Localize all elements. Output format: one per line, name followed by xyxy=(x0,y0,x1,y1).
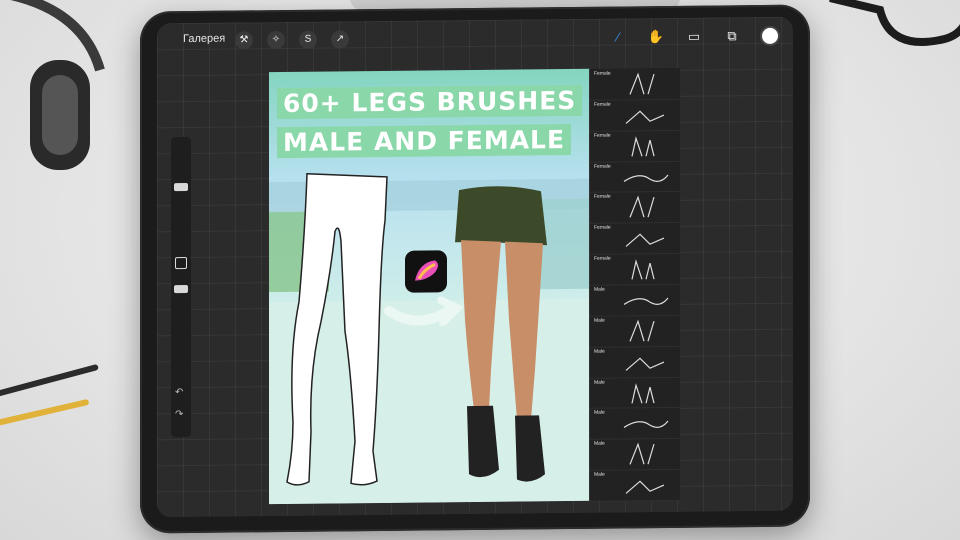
brush-stroke-preview xyxy=(631,259,655,280)
brush-stroke-preview xyxy=(625,233,665,248)
brush-item-label: Female xyxy=(594,163,611,170)
canvas-artwork[interactable]: 60+ LEGS BRUSHES MALE AND FEMALE xyxy=(269,68,591,505)
arrow-cursor-icon[interactable]: ↗ xyxy=(331,30,349,49)
pencil-dark xyxy=(0,363,99,399)
procreate-screen: Галерея ⚒ ✧ S ↗ ∕ ✋ ▭ ⧉ ↶ ↷ 60+ LEGS BRU… xyxy=(157,16,793,518)
color-picker-button[interactable] xyxy=(760,25,780,47)
wrench-icon[interactable]: ⚒ xyxy=(235,31,253,50)
brush-item[interactable]: Female xyxy=(590,129,680,163)
brush-item[interactable]: Male xyxy=(590,314,680,348)
brush-item[interactable]: Female xyxy=(590,252,680,286)
brush-stroke-preview xyxy=(625,357,665,371)
brush-item[interactable]: Male xyxy=(590,438,680,471)
brush-item[interactable]: Male xyxy=(590,407,680,441)
smudge-icon[interactable]: ✋ xyxy=(647,28,665,46)
skirt-shape xyxy=(455,186,547,246)
brush-item[interactable]: Male xyxy=(590,376,680,410)
headphones-image xyxy=(10,0,105,170)
brush-stroke-preview xyxy=(631,382,655,404)
brush-item[interactable]: Female xyxy=(590,191,680,225)
brush-item-label: Female xyxy=(594,132,611,139)
brush-icon[interactable]: ∕ xyxy=(609,28,627,46)
brush-item-label: Female xyxy=(594,194,611,201)
brush-stroke-preview xyxy=(629,442,655,465)
procreate-logo-icon xyxy=(405,250,447,293)
brush-item[interactable]: Male xyxy=(590,345,680,379)
ipad-tablet: Галерея ⚒ ✧ S ↗ ∕ ✋ ▭ ⧉ ↶ ↷ 60+ LEGS BRU… xyxy=(140,4,810,534)
brush-stroke-preview xyxy=(629,72,655,95)
brush-item-label: Female xyxy=(594,70,611,77)
undo-icon[interactable]: ↶ xyxy=(175,387,183,398)
opacity-slider[interactable] xyxy=(174,285,188,294)
brush-item-label: Male xyxy=(594,348,605,355)
brush-stroke-preview xyxy=(629,195,655,219)
brush-item-label: Male xyxy=(594,471,605,478)
brush-item-label: Female xyxy=(594,224,611,232)
brush-stroke-preview xyxy=(625,480,665,495)
brush-item-label: Male xyxy=(594,286,605,293)
brush-item-label: Female xyxy=(594,255,611,262)
modify-square-button[interactable] xyxy=(175,257,187,270)
brush-size-slider[interactable] xyxy=(174,183,188,192)
gallery-button[interactable]: Галерея xyxy=(183,33,225,45)
brush-item[interactable]: Female xyxy=(590,160,680,194)
layers-icon[interactable]: ⧉ xyxy=(723,27,741,45)
brush-stroke-preview xyxy=(623,297,669,305)
pencil-yellow xyxy=(0,398,90,428)
brush-item-label: Male xyxy=(594,317,605,324)
brush-item[interactable]: Female xyxy=(590,67,680,101)
brush-stroke-preview xyxy=(623,174,669,182)
artwork-title-line2: MALE AND FEMALE xyxy=(277,123,572,159)
brush-item-label: Male xyxy=(594,410,605,417)
brush-item[interactable]: Male xyxy=(590,283,680,317)
selection-s-icon[interactable]: S xyxy=(299,30,317,49)
brush-item[interactable]: Female xyxy=(590,222,680,255)
brush-item[interactable]: Female xyxy=(590,98,680,132)
brush-item[interactable]: Male xyxy=(590,468,680,502)
brush-item-label: Male xyxy=(594,440,605,448)
glasses-image xyxy=(829,0,960,46)
brush-item-label: Female xyxy=(594,101,611,108)
brush-stroke-preview xyxy=(629,319,655,342)
brush-library-panel: Female Female Female Female Female Female Fema… xyxy=(589,67,680,502)
brush-stroke-preview xyxy=(625,110,665,124)
left-sidebar: ↶ ↷ xyxy=(171,136,191,438)
magic-wand-icon[interactable]: ✧ xyxy=(267,30,285,50)
artwork-title-line1: 60+ LEGS BRUSHES xyxy=(277,84,583,120)
eraser-icon[interactable]: ▭ xyxy=(685,28,703,46)
brush-item-label: Male xyxy=(594,379,605,386)
redo-icon[interactable]: ↷ xyxy=(175,409,183,420)
brush-stroke-preview xyxy=(631,135,655,157)
top-toolbar: Галерея ⚒ ✧ S ↗ ∕ ✋ ▭ ⧉ xyxy=(157,17,793,60)
brush-stroke-preview xyxy=(623,421,669,429)
